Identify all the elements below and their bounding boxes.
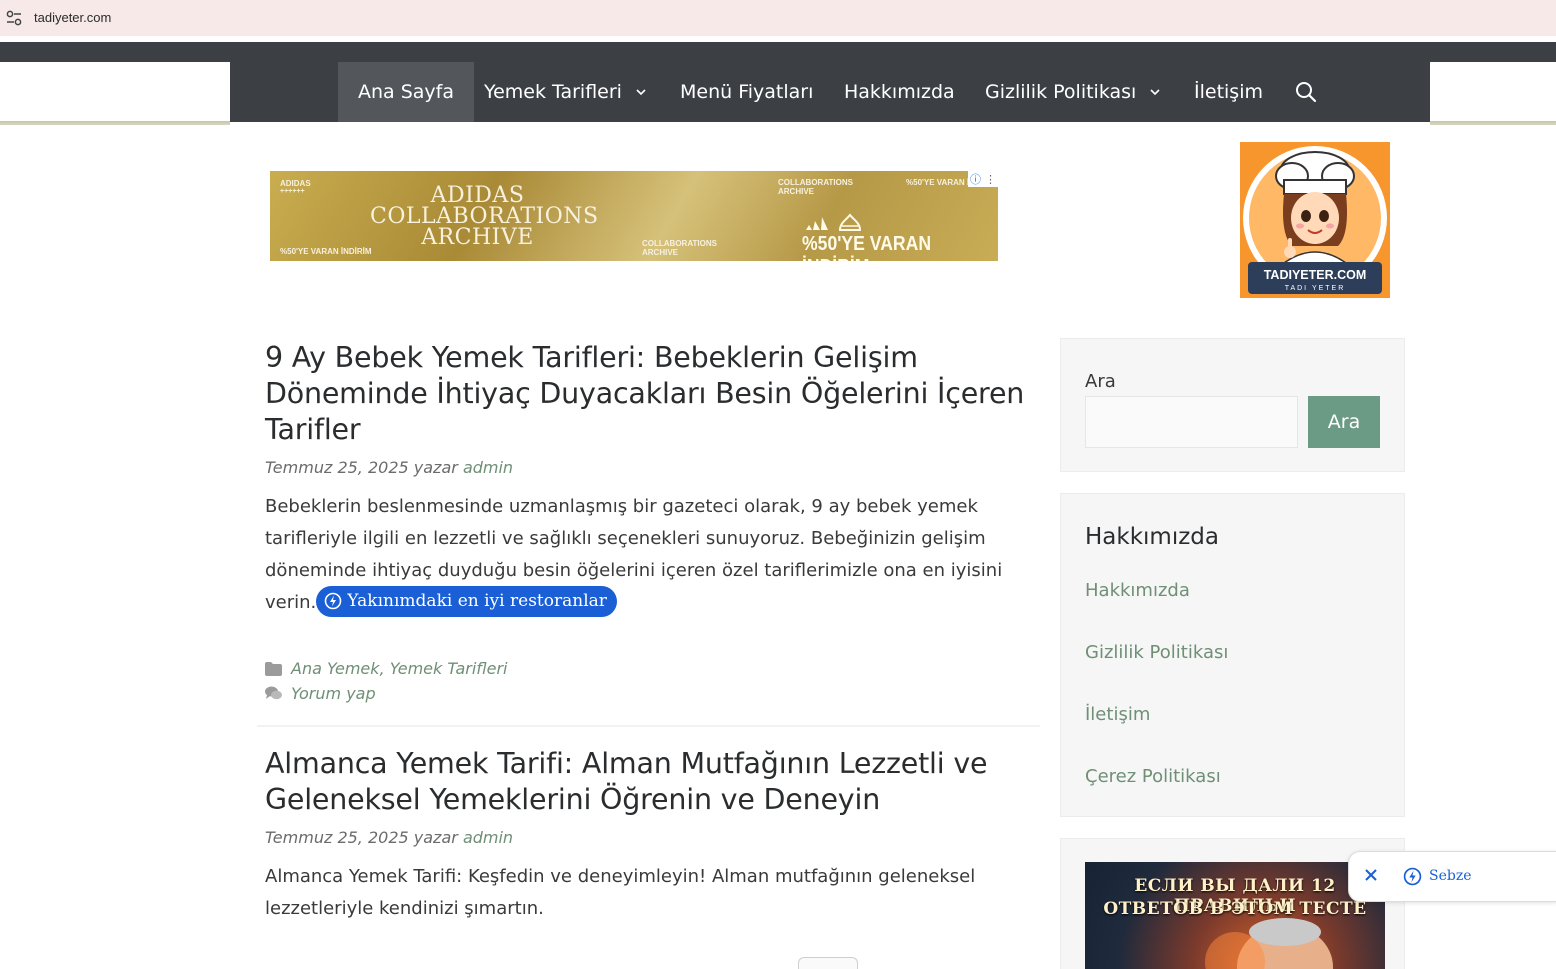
article-title[interactable]: Almanca Yemek Tarifi: Alman Mutfağının L…	[265, 746, 1025, 818]
nav-item-label: Ana Sayfa	[358, 81, 455, 103]
info-icon[interactable]: ⓘ	[970, 171, 981, 187]
site-info-tune-icon[interactable]	[6, 9, 22, 27]
ad-line-2: ОТВЕТОВ В ЭТОМ ТЕСТЕ	[1103, 899, 1367, 919]
nearby-restaurants-chip[interactable]: Yakınımdaki en iyi restoranlar	[316, 585, 617, 617]
close-icon[interactable]	[1363, 867, 1379, 883]
ad-tag-top-mid: COLLABORATIONS ARCHIVE	[778, 178, 853, 196]
suggestion-popup[interactable]: Sebze	[1348, 851, 1556, 902]
article-author[interactable]: admin	[463, 458, 513, 477]
sidebar-link-iletisim[interactable]: İletişim	[1085, 704, 1150, 725]
lightning-icon	[1403, 867, 1422, 886]
comment-link[interactable]: Yorum yap	[291, 684, 376, 703]
article-by: yazar	[413, 828, 458, 847]
article-excerpt: Almanca Yemek Tarifi: Keşfedin ve deneyi…	[265, 866, 976, 919]
about-widget-title: Hakkımızda	[1085, 524, 1219, 550]
nav-item-label: Gizlilik Politikası	[985, 81, 1137, 103]
article-comments: Yorum yap	[265, 684, 376, 703]
logo-name: TADIYETER.COM	[1264, 268, 1367, 282]
sidebar-link-hakkimizda[interactable]: Hakkımızda	[1085, 580, 1190, 601]
article-date[interactable]: Temmuz 25, 2025	[265, 458, 409, 477]
categories-links[interactable]: Ana Yemek, Yemek Tarifleri	[291, 659, 507, 678]
search-button[interactable]: Ara	[1308, 396, 1380, 448]
search-icon[interactable]	[1294, 80, 1318, 104]
chip-label: Yakınımdaki en iyi restoranlar	[347, 591, 607, 611]
ad-promo: %50'YE VARAN İNDİRİM	[802, 233, 932, 261]
article-meta: Temmuz 25, 2025 yazar admin	[265, 458, 1025, 477]
floating-tab[interactable]	[798, 957, 858, 969]
header-divider-right	[1430, 121, 1556, 125]
sidebar-link-gizlilik[interactable]: Gizlilik Politikası	[1085, 642, 1228, 663]
ad-tag-top-right: %50'YE VARAN İN	[906, 178, 975, 187]
nav-item-label: Yemek Tarifleri	[484, 81, 622, 103]
ad-headline: ADIDAS COLLABORATIONS ARCHIVE	[370, 183, 599, 250]
article-categories: Ana Yemek, Yemek Tarifleri	[265, 659, 507, 678]
search-widget: Ara Ara	[1060, 338, 1405, 472]
nav-item-label: Hakkımızda	[844, 81, 955, 103]
chevron-down-icon	[636, 89, 646, 96]
adchoices-icon[interactable]: ⓘ ⋮	[968, 171, 998, 187]
nav-item-yemek-tarifleri[interactable]: Yemek Tarifleri	[464, 62, 666, 122]
article-1: 9 Ay Bebek Yemek Tarifleri: Bebeklerin G…	[265, 340, 1025, 619]
nav-item-menu-fiyatlari[interactable]: Menü Fiyatları	[660, 62, 833, 122]
sidebar-link-cerez[interactable]: Çerez Politikası	[1085, 766, 1221, 787]
adidas-logo-icon	[806, 213, 862, 231]
article-meta: Temmuz 25, 2025 yazar admin	[265, 828, 1025, 847]
sidebar-ad[interactable]: ЕСЛИ ВЫ ДАЛИ 12 ПРАВИЛЬН ОТВЕТОВ В ЭТОМ …	[1085, 862, 1385, 969]
article-author[interactable]: admin	[463, 828, 513, 847]
article-by: yazar	[413, 458, 458, 477]
about-widget: Hakkımızda Hakkımızda Gizlilik Politikas…	[1060, 493, 1405, 817]
nav-item-ana-sayfa[interactable]: Ana Sayfa	[338, 62, 475, 122]
main-navigation: Ana Sayfa Yemek Tarifleri Menü Fiyatları…	[230, 62, 1430, 122]
nav-item-label: Menü Fiyatları	[680, 81, 814, 103]
nav-item-hakkimizda[interactable]: Hakkımızda	[824, 62, 975, 122]
article-date[interactable]: Temmuz 25, 2025	[265, 828, 409, 847]
ad-dots: ++++++	[280, 188, 305, 195]
article-excerpt: Bebeklerin beslenmesinde uzmanlaşmış bir…	[265, 491, 1025, 619]
chef-mascot-icon: TADIYETER.COM TADI YETER	[1243, 146, 1387, 294]
ad-tag-left: %50'YE VARAN İNDİRİM	[280, 247, 372, 256]
more-vertical-icon[interactable]: ⋮	[985, 173, 996, 186]
header-divider-left	[0, 121, 230, 125]
search-input[interactable]	[1085, 396, 1298, 448]
nav-item-iletisim[interactable]: İletişim	[1174, 62, 1283, 122]
nav-item-label: İletişim	[1194, 81, 1263, 103]
ad-tag-mid: COLLABORATIONS ARCHIVE	[642, 239, 717, 257]
article-divider	[257, 725, 1040, 727]
logo-tagline: TADI YETER	[1285, 285, 1346, 292]
article-2: Almanca Yemek Tarifi: Alman Mutfağının L…	[265, 746, 1025, 925]
search-label: Ara	[1085, 371, 1116, 392]
header-strip	[0, 42, 1556, 62]
url-text[interactable]: tadiyeter.com	[34, 10, 111, 25]
article-title[interactable]: 9 Ay Bebek Yemek Tarifleri: Bebeklerin G…	[265, 340, 1025, 448]
site-logo[interactable]: TADIYETER.COM TADI YETER	[1240, 142, 1390, 298]
lightning-icon	[324, 592, 342, 610]
browser-address-bar[interactable]: tadiyeter.com	[0, 0, 1556, 36]
popup-label[interactable]: Sebze	[1429, 868, 1472, 884]
ad-banner[interactable]: ADIDAS ++++++ ADIDAS COLLABORATIONS ARCH…	[270, 171, 998, 261]
folder-icon	[265, 661, 282, 676]
chevron-down-icon	[1150, 89, 1160, 96]
comments-icon	[265, 686, 282, 700]
nav-item-gizlilik-politikasi[interactable]: Gizlilik Politikası	[965, 62, 1180, 122]
